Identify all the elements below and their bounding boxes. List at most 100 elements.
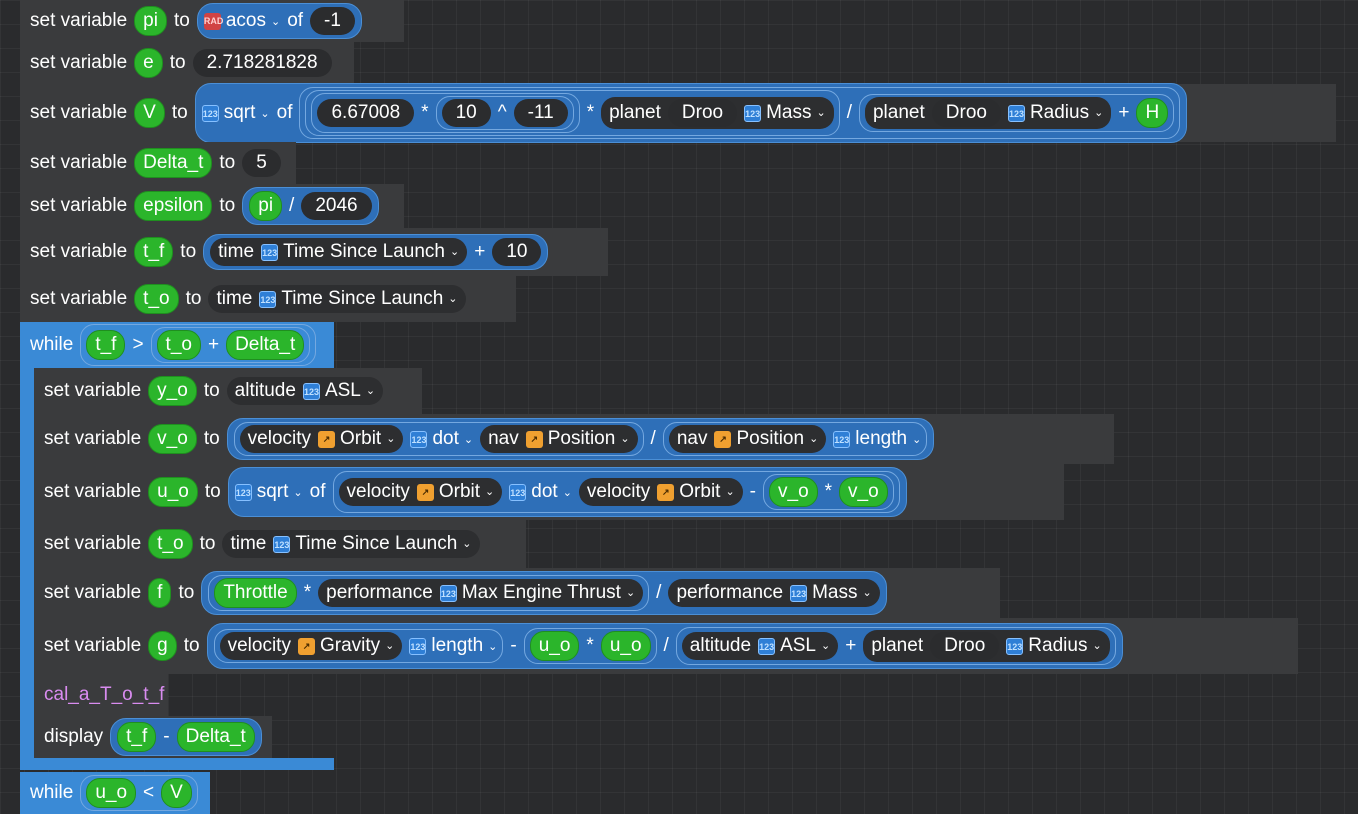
variable-pi[interactable]: pi (249, 191, 283, 221)
expression-group[interactable]: altitude 123 ASL ⌄ + planet Droo 123 Rad… (675, 627, 1116, 665)
property-selector[interactable]: 123 Mass ⌄ (744, 101, 826, 125)
expression-group[interactable]: velocity ↗ Gravity ⌄ 123 length ⌄ (213, 629, 504, 663)
set-variable-block[interactable]: set variable u_o to 123 sqrt ⌄ of veloci… (34, 464, 1064, 520)
math-expression[interactable]: time 123 Time Since Launch ⌄ + 10 (203, 234, 549, 270)
property-selector[interactable]: 123 Time Since Launch ⌄ (261, 240, 459, 264)
number-literal[interactable]: 6.67008 (317, 99, 415, 127)
planet-property-block[interactable]: planet Droo 123 Mass ⌄ (601, 97, 834, 129)
property-selector[interactable]: 123 ASL ⌄ (758, 634, 830, 658)
variable-y_o[interactable]: y_o (148, 376, 197, 406)
altitude-property-block[interactable]: altitude 123 ASL ⌄ (681, 632, 839, 660)
set-variable-block[interactable]: set variable V to 123 sqrt ⌄ of 6.67008 … (20, 83, 1336, 143)
function-selector[interactable]: 123 sqrt ⌄ (201, 102, 270, 124)
set-variable-block[interactable]: set variable e to 2.718281828 (20, 42, 354, 84)
property-selector[interactable]: ↗ Orbit ⌄ (657, 480, 735, 504)
display-block[interactable]: display t_f - Delta_t (34, 716, 272, 758)
planet-property-block[interactable]: planet Droo 123 Radius ⌄ (863, 630, 1110, 662)
planet-name[interactable]: Droo (667, 99, 738, 127)
set-variable-block[interactable]: set variable f to Throttle * performance… (34, 568, 1000, 618)
number-literal[interactable]: 10 (441, 99, 491, 127)
variable-g[interactable]: g (148, 631, 177, 661)
nav-property-block[interactable]: nav ↗ Position ⌄ (668, 425, 827, 453)
variable-pi[interactable]: pi (134, 6, 167, 36)
variable-t_o[interactable]: t_o (156, 330, 201, 360)
math-expression[interactable]: velocity ↗ Orbit ⌄ 123 dot ⌄ nav ↗ Posit… (226, 418, 935, 460)
set-variable-block[interactable]: set variable t_f to time 123 Time Since … (20, 228, 608, 276)
set-variable-block[interactable]: set variable pi to RAD acos ⌄ of -1 (20, 0, 404, 42)
vector-op-selector[interactable]: 123 length ⌄ (833, 428, 921, 450)
variable-u_o[interactable]: u_o (529, 631, 580, 661)
time-property-block[interactable]: time 123 Time Since Launch ⌄ (208, 285, 466, 313)
number-literal[interactable]: -11 (513, 99, 568, 127)
expression-group[interactable]: t_o + Delta_t (150, 327, 311, 363)
variable-u_o[interactable]: u_o (86, 778, 137, 808)
expression-group[interactable]: u_o * u_o (523, 628, 657, 664)
math-expression[interactable]: Throttle * performance 123 Max Engine Th… (201, 571, 887, 615)
property-selector[interactable]: 123 Time Since Launch ⌄ (259, 287, 458, 311)
set-variable-block[interactable]: set variable v_o to velocity ↗ Orbit ⌄ 1… (34, 414, 1114, 464)
math-expression[interactable]: t_f - Delta_t (110, 718, 262, 756)
set-variable-block[interactable]: set variable g to velocity ↗ Gravity ⌄ 1… (34, 618, 1298, 674)
variable-H[interactable]: H (1136, 98, 1169, 128)
expression-group[interactable]: 6.67008 * 10 ^ -11 * planet Droo 123 Mas… (305, 90, 840, 136)
variable-V[interactable]: V (134, 98, 165, 128)
variable-Delta_t[interactable]: Delta_t (226, 330, 305, 360)
altitude-property-block[interactable]: altitude 123 ASL ⌄ (226, 377, 384, 405)
number-literal[interactable]: 2.718281828 (192, 49, 332, 77)
math-expression[interactable]: pi / 2046 (242, 187, 379, 225)
expression-group[interactable]: velocity ↗ Orbit ⌄ 123 dot ⌄ nav ↗ Posit… (233, 422, 644, 456)
condition-expression[interactable]: t_f > t_o + Delta_t (80, 324, 317, 366)
number-literal[interactable]: 10 (492, 238, 542, 266)
property-selector[interactable]: ↗ Orbit ⌄ (416, 480, 494, 504)
function-expression[interactable]: 123 sqrt ⌄ of velocity ↗ Orbit ⌄ 123 dot… (227, 467, 907, 517)
while-loop-block[interactable]: while t_f > t_o + Delta_t (20, 322, 334, 368)
function-expression[interactable]: 123 sqrt ⌄ of 6.67008 * 10 ^ -11 * plane… (194, 83, 1188, 143)
expression-group[interactable]: v_o * v_o (763, 474, 894, 510)
function-selector[interactable]: RAD acos ⌄ (203, 10, 280, 32)
variable-v_o[interactable]: v_o (769, 477, 818, 507)
velocity-property-block[interactable]: velocity ↗ Orbit ⌄ (578, 478, 743, 506)
expression-group[interactable]: planet Droo 123 Radius ⌄ + H (858, 94, 1175, 132)
property-selector[interactable]: 123 Max Engine Thrust ⌄ (439, 581, 635, 605)
expression-group[interactable]: nav ↗ Position ⌄ 123 length ⌄ (662, 422, 928, 456)
variable-Delta_t[interactable]: Delta_t (176, 722, 255, 752)
variable-t_f[interactable]: t_f (117, 722, 157, 752)
property-selector[interactable]: 123 ASL ⌄ (302, 379, 375, 403)
property-selector[interactable]: 123 Time Since Launch ⌄ (273, 532, 472, 556)
set-variable-block[interactable]: set variable epsilon to pi / 2046 (20, 184, 404, 228)
variable-Delta_t[interactable]: Delta_t (134, 148, 213, 178)
velocity-property-block[interactable]: velocity ↗ Orbit ⌄ (239, 425, 404, 453)
performance-property-block[interactable]: performance 123 Mass ⌄ (668, 579, 880, 607)
variable-Throttle[interactable]: Throttle (214, 578, 297, 608)
set-variable-block[interactable]: set variable t_o to time 123 Time Since … (20, 276, 516, 322)
property-selector[interactable]: ↗ Position ⌄ (714, 427, 818, 451)
number-literal[interactable]: 2046 (301, 192, 372, 220)
variable-e[interactable]: e (134, 48, 163, 78)
property-selector[interactable]: 123 Radius ⌄ (1007, 101, 1103, 125)
set-variable-block[interactable]: set variable t_o to time 123 Time Since … (34, 520, 526, 568)
variable-v_o[interactable]: v_o (839, 477, 888, 507)
property-selector[interactable]: ↗ Orbit ⌄ (318, 427, 395, 451)
variable-v_o[interactable]: v_o (148, 424, 197, 454)
custom-function-call-block[interactable]: cal_a_T_o_t_f (34, 674, 168, 716)
set-variable-block[interactable]: set variable Delta_t to 5 (20, 142, 296, 184)
planet-name[interactable]: Droo (930, 632, 1000, 660)
number-literal[interactable]: 5 (242, 149, 281, 177)
while-loop-block[interactable]: while u_o < V (20, 772, 210, 814)
property-selector[interactable]: 123 Radius ⌄ (1006, 634, 1102, 658)
planet-property-block[interactable]: planet Droo 123 Radius ⌄ (864, 97, 1112, 129)
variable-t_o[interactable]: t_o (148, 529, 193, 559)
expression-group[interactable]: velocity ↗ Orbit ⌄ 123 dot ⌄ velocity ↗ … (332, 471, 900, 513)
property-selector[interactable]: 123 Mass ⌄ (790, 581, 872, 605)
vector-op-selector[interactable]: 123 length ⌄ (409, 635, 497, 657)
variable-t_f[interactable]: t_f (134, 237, 174, 267)
velocity-property-block[interactable]: velocity ↗ Orbit ⌄ (338, 478, 503, 506)
function-selector[interactable]: 123 sqrt ⌄ (234, 481, 303, 503)
variable-epsilon[interactable]: epsilon (134, 191, 213, 221)
property-selector[interactable]: ↗ Gravity ⌄ (297, 634, 394, 658)
property-selector[interactable]: ↗ Position ⌄ (525, 427, 630, 451)
time-property-block[interactable]: time 123 Time Since Launch ⌄ (222, 530, 480, 558)
variable-t_f[interactable]: t_f (86, 330, 126, 360)
condition-expression[interactable]: u_o < V (80, 775, 198, 811)
nav-property-block[interactable]: nav ↗ Position ⌄ (480, 425, 638, 453)
